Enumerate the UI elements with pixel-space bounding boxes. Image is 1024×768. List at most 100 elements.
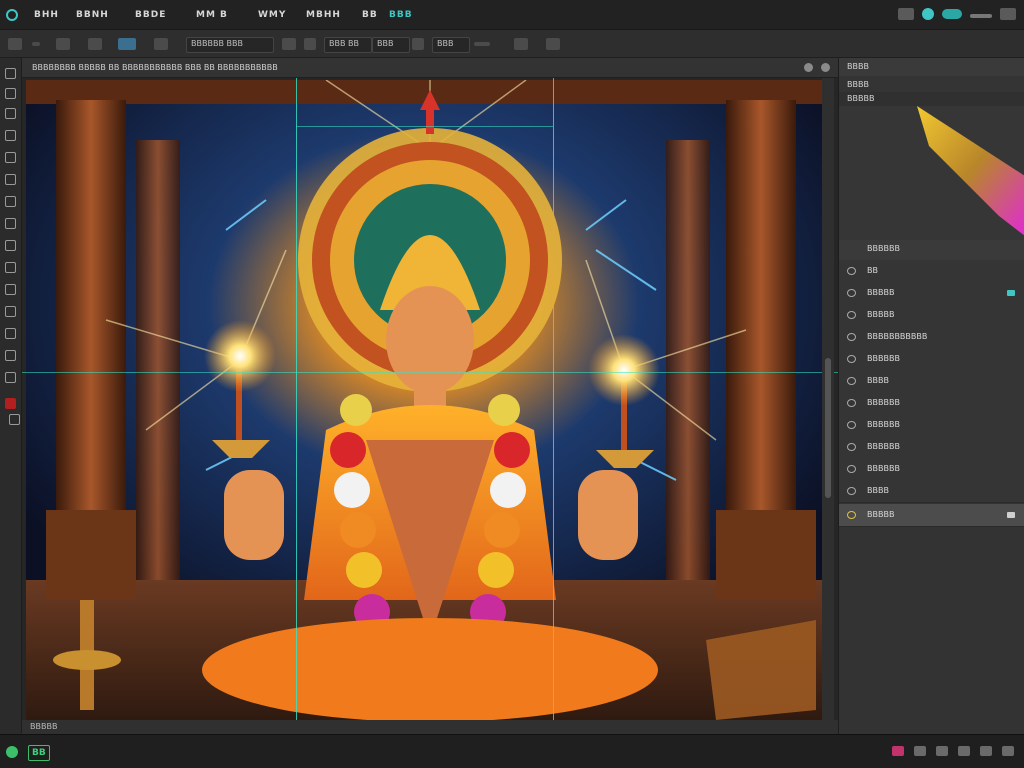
crop-tool-icon[interactable] [5,152,16,163]
adjustment-layer-icon[interactable] [936,746,948,756]
feather-field[interactable]: BBBBBB BBB [186,37,274,53]
menu-item-3[interactable]: BBDE [135,9,166,21]
gradient-tool-icon[interactable] [5,306,16,317]
visibility-eye-icon[interactable] [847,443,856,451]
refine-edge-icon[interactable] [546,38,560,50]
new-layer-icon[interactable] [980,746,992,756]
scrollbar-thumb[interactable] [825,358,831,498]
bottom-status-bar: BB [0,734,1024,768]
intersect-selection-icon[interactable] [154,38,168,50]
layer-row[interactable]: BBBBB [839,282,1024,305]
layer-row[interactable]: BBBBBB [839,436,1024,459]
guide-vertical-right[interactable] [553,78,554,720]
layers-panel-header[interactable]: BBBBBB [839,240,1024,261]
brush-tool-icon[interactable] [5,218,16,229]
toggle-icon[interactable] [942,9,962,19]
blur-tool-icon[interactable] [5,328,16,339]
visibility-eye-icon[interactable] [847,487,856,495]
visibility-eye-icon[interactable] [847,333,856,341]
pen-tool-icon[interactable] [5,372,16,383]
menu-item-6[interactable]: MBHH [306,9,341,21]
canvas-area[interactable] [22,78,838,720]
layer-lock-icon[interactable] [1007,512,1015,518]
visibility-eye-icon[interactable] [847,399,856,407]
menu-item-4[interactable]: MM B [196,9,228,21]
menu-item-8[interactable]: BBB [389,9,413,21]
app-logo-icon[interactable] [6,9,18,21]
quick-select-tool-icon[interactable] [5,130,16,141]
workspace-icon[interactable] [898,8,914,20]
style-icon[interactable] [304,38,316,50]
visibility-eye-icon[interactable] [847,421,856,429]
visibility-eye-icon[interactable] [847,377,856,385]
layer-row[interactable]: BBBB [839,480,1024,503]
close-icon[interactable] [1000,8,1016,20]
trash-icon[interactable] [1002,746,1014,756]
visibility-eye-icon[interactable] [847,289,856,297]
layer-row[interactable]: BBBBB [839,304,1024,327]
visibility-eye-icon[interactable] [847,511,856,519]
select-mask-icon[interactable] [514,38,528,50]
eyedropper-tool-icon[interactable] [5,174,16,185]
subtract-selection-icon[interactable] [118,38,136,50]
history-brush-tool-icon[interactable] [5,262,16,273]
sync-icon[interactable] [922,8,934,20]
menu-item-7[interactable]: BB [362,9,378,21]
menu-item-1[interactable]: BHH [34,9,59,21]
foreground-color-swatch[interactable] [5,398,16,409]
layer-row[interactable]: BBBB [839,370,1024,393]
menu-bar: BHH BBNH BBDE MM B WMY MBHH BB BBB [0,0,1024,30]
layer-row[interactable]: BBBBBB [839,414,1024,437]
visibility-eye-icon[interactable] [847,267,856,275]
move-tool-icon[interactable] [5,68,16,79]
layer-row[interactable]: BBBBBBBBBBB [839,326,1024,349]
tool-preset-icon[interactable] [8,38,22,50]
color-picker-field[interactable] [839,106,1024,240]
guide-vertical-left[interactable] [296,78,297,720]
canvas-vertical-scrollbar[interactable] [822,78,834,720]
new-selection-icon[interactable] [56,38,70,50]
dodge-tool-icon[interactable] [5,350,16,361]
add-selection-icon[interactable] [88,38,102,50]
menu-item-2[interactable]: BBNH [76,9,109,21]
layer-row[interactable]: BBBBBB [839,458,1024,481]
width-field[interactable]: BBB [372,37,410,53]
healing-tool-icon[interactable] [5,196,16,207]
eraser-tool-icon[interactable] [5,284,16,295]
antialias-icon[interactable] [282,38,296,50]
color-panel-header[interactable]: BBBB [839,58,1024,77]
layer-row[interactable]: BBBBBB [839,348,1024,371]
lasso-tool-icon[interactable] [5,108,16,119]
mask-icon[interactable] [914,746,926,756]
group-icon[interactable] [958,746,970,756]
zoom-level[interactable]: BB [28,745,50,761]
layer-row[interactable]: BB [839,260,1024,283]
height-field[interactable]: BBB [432,37,470,53]
layer-name: BBBBBB [867,464,900,473]
layer-link-icon[interactable] [1007,290,1015,296]
layer-name: BBBBBBBBBBB [867,332,928,341]
zoom-icon[interactable] [6,746,18,758]
background-color-swatch[interactable] [9,414,20,425]
document-tab[interactable]: BBBBBBBB BBBBB BB BBBBBBBBBBB BBB BB BBB… [22,58,838,78]
guide-horizontal-top[interactable] [296,126,553,127]
layer-row[interactable]: BBBBBB [839,392,1024,415]
layer-style-icon[interactable] [892,746,904,756]
stamp-tool-icon[interactable] [5,240,16,251]
visibility-eye-icon[interactable] [847,465,856,473]
minimize-icon[interactable] [970,14,992,18]
visibility-eye-icon[interactable] [847,355,856,363]
layer-name: BBBBB [867,310,895,319]
marquee-tool-icon[interactable] [5,88,16,99]
tab-options-icon[interactable] [804,63,813,72]
adjustments-row[interactable]: BBBBB [839,92,1024,107]
menu-item-5[interactable]: WMY [258,9,286,21]
guide-horizontal-middle[interactable] [22,372,838,373]
style-select[interactable]: BBB BB [324,37,372,53]
visibility-eye-icon[interactable] [847,311,856,319]
swap-icon[interactable] [412,38,424,50]
layer-row-selected[interactable]: BBBBB [839,504,1024,527]
tools-panel [0,58,22,733]
minus-icon[interactable] [32,42,40,46]
tab-close-icon[interactable] [821,63,830,72]
